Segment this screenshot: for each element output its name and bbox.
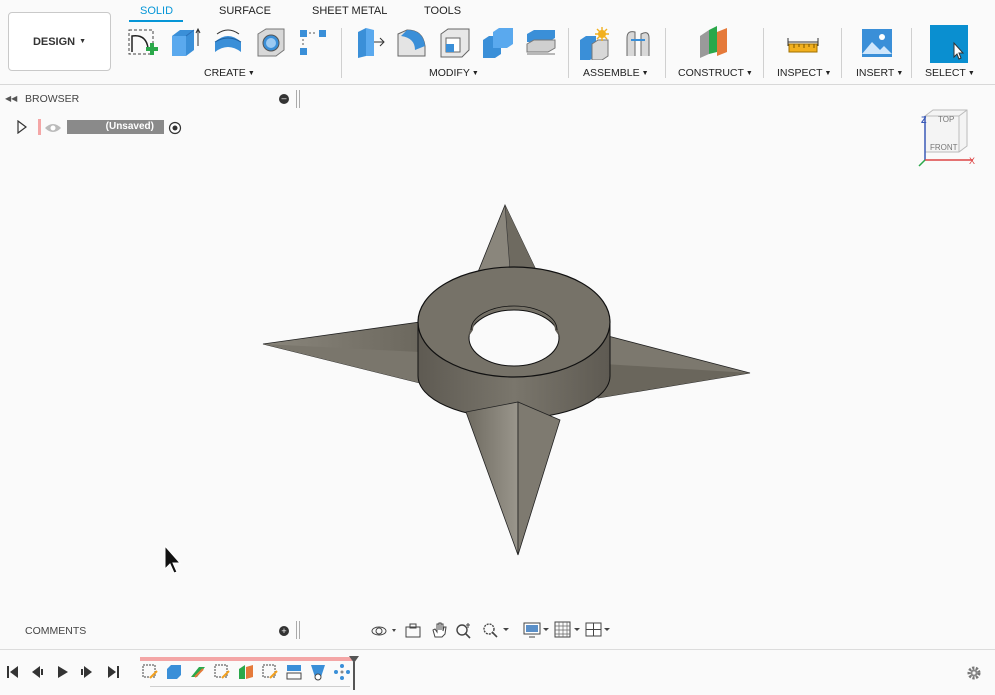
- timeline-construct-icon[interactable]: [237, 663, 255, 681]
- timeline-mirror-icon[interactable]: [309, 663, 327, 681]
- look-at-icon[interactable]: [404, 622, 422, 640]
- timeline-sketch-icon[interactable]: [141, 663, 159, 681]
- step-forward-icon[interactable]: [80, 665, 94, 679]
- display-settings-icon[interactable]: [523, 621, 551, 639]
- viewports-icon[interactable]: [585, 621, 613, 639]
- gear-icon[interactable]: [965, 664, 983, 687]
- play-icon[interactable]: [56, 665, 70, 679]
- timeline-history-bar: [140, 657, 352, 661]
- blade-left: [262, 321, 429, 386]
- timeline-sketch-icon[interactable]: [261, 663, 279, 681]
- step-back-icon[interactable]: [30, 665, 44, 679]
- timeline-extrude-icon[interactable]: [165, 663, 183, 681]
- blade-bottom: [465, 401, 561, 556]
- fit-zoom-icon[interactable]: [481, 621, 511, 639]
- panel-resize-handle[interactable]: [296, 621, 300, 639]
- mouse-cursor-icon: [164, 544, 184, 580]
- timeline-plane-icon[interactable]: [189, 663, 207, 681]
- timeline-sketch-icon[interactable]: [213, 663, 231, 681]
- blade-right: [597, 335, 751, 399]
- go-to-start-icon[interactable]: [6, 665, 20, 679]
- orbit-icon[interactable]: [370, 622, 398, 640]
- go-to-end-icon[interactable]: [106, 665, 120, 679]
- ring-hole: [468, 309, 560, 367]
- timeline-marker-handle[interactable]: [349, 656, 359, 695]
- zoom-icon[interactable]: [455, 621, 473, 639]
- blade-top: [477, 204, 537, 273]
- grid-snap-icon[interactable]: [554, 621, 582, 639]
- comments-title: COMMENTS: [25, 625, 87, 637]
- add-comment-icon[interactable]: +: [279, 626, 289, 636]
- timeline-track: [150, 686, 350, 687]
- model-viewport[interactable]: [0, 0, 995, 692]
- timeline-pattern-icon[interactable]: [285, 663, 303, 681]
- pan-hand-icon[interactable]: [430, 621, 448, 639]
